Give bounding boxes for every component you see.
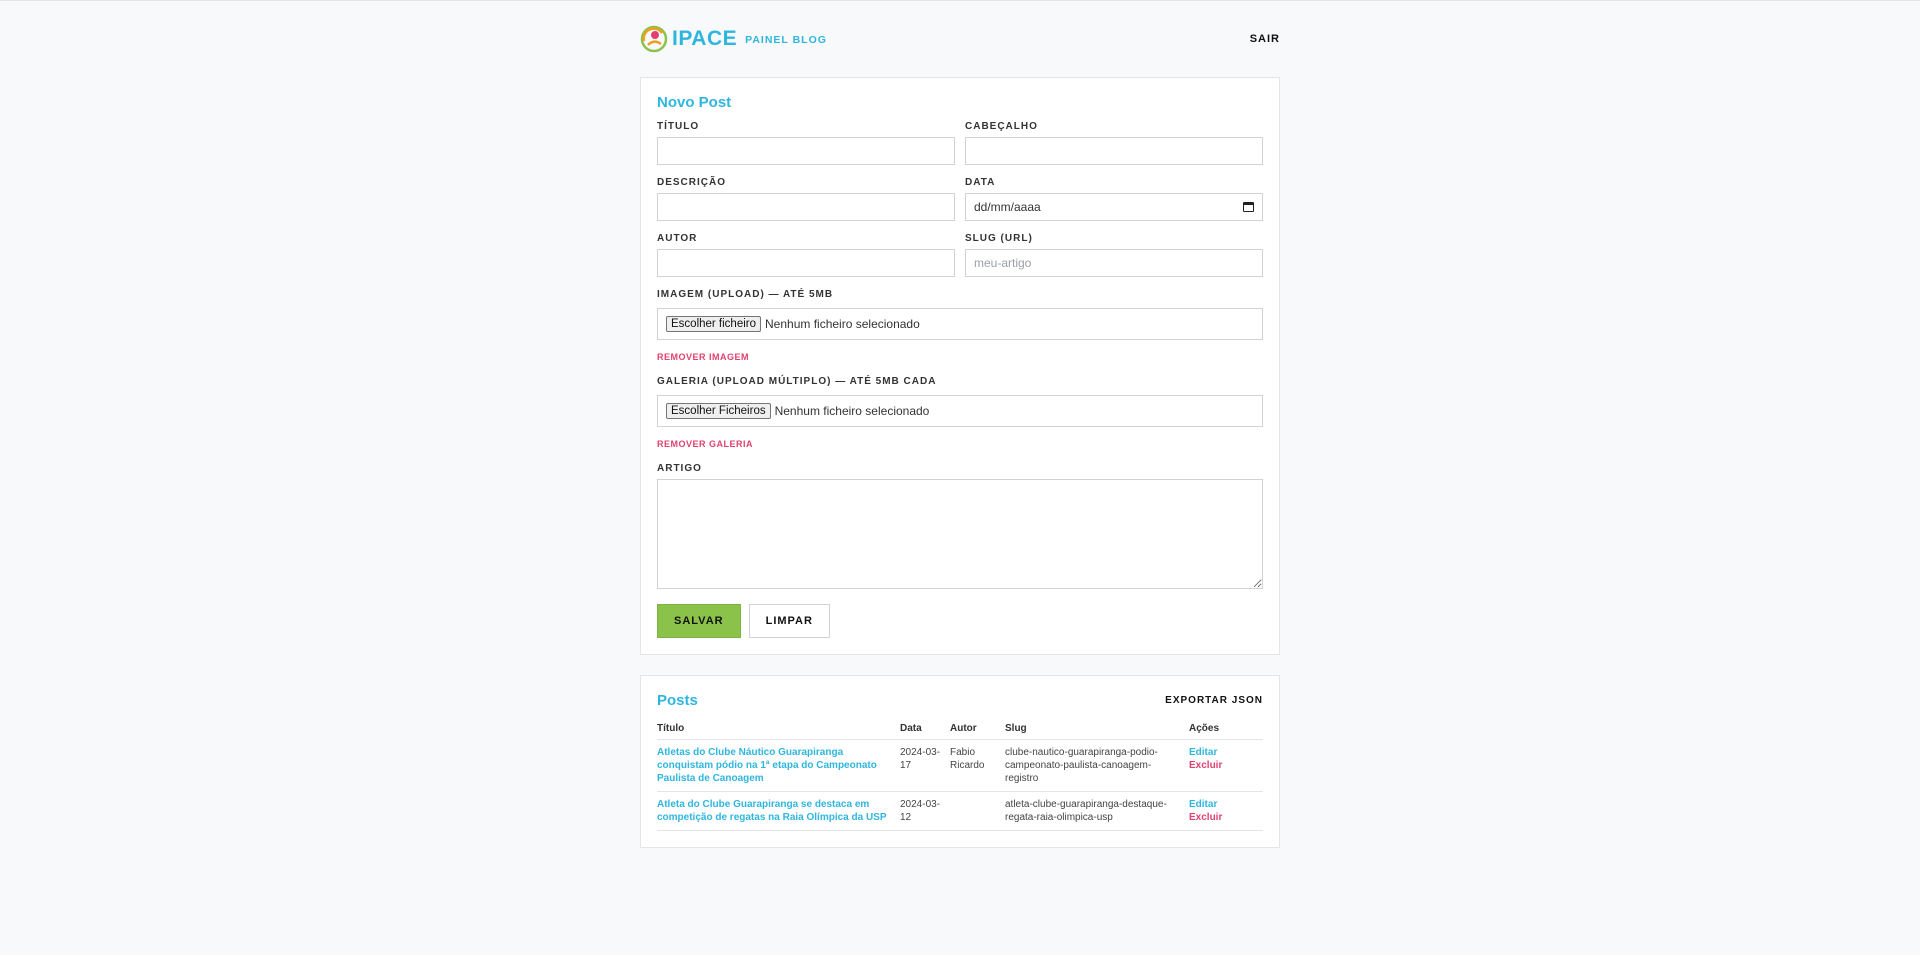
logo-text: IPACE xyxy=(672,27,738,50)
clear-button[interactable]: LIMPAR xyxy=(748,604,830,638)
ipace-logo-icon xyxy=(640,25,668,53)
descricao-input[interactable] xyxy=(657,193,955,221)
autor-label: AUTOR xyxy=(657,233,698,244)
brand: IPACE PAINEL BLOG xyxy=(640,25,827,53)
column-header: Título xyxy=(657,723,900,740)
calendar-icon[interactable] xyxy=(1243,202,1254,212)
choose-gallery-button[interactable]: Escolher Ficheiros xyxy=(666,403,771,419)
post-author: Fabio Ricardo xyxy=(950,739,1005,792)
posts-table: Título Data Autor Slug Ações Atletas do … xyxy=(657,723,1263,831)
edit-link[interactable]: Editar xyxy=(1189,747,1217,758)
export-json-button[interactable]: EXPORTAR JSON xyxy=(1165,695,1263,706)
save-button[interactable]: SALVAR xyxy=(657,604,741,638)
cabecalho-label: CABEÇALHO xyxy=(965,121,1038,132)
artigo-label: ARTIGO xyxy=(657,463,702,474)
delete-link[interactable]: Excluir xyxy=(1189,760,1222,771)
posts-table-header: Título Data Autor Slug Ações xyxy=(657,723,1263,740)
choose-image-button[interactable]: Escolher ficheiro xyxy=(666,316,762,332)
post-title-link[interactable]: Atleta do Clube Guarapiranga se destaca … xyxy=(657,799,887,823)
imagem-file-input[interactable]: Escolher ficheiro Nenhum ficheiro seleci… xyxy=(657,308,1263,340)
edit-link[interactable]: Editar xyxy=(1189,799,1217,810)
column-header: Ações xyxy=(1189,723,1263,740)
artigo-textarea[interactable] xyxy=(657,479,1263,589)
table-row: Atleta do Clube Guarapiranga se destaca … xyxy=(657,791,1263,831)
slug-input[interactable] xyxy=(965,249,1263,277)
date-placeholder: dd/mm/aaaa xyxy=(974,200,1041,214)
column-header: Autor xyxy=(950,723,1005,740)
new-post-title: Novo Post xyxy=(657,94,732,111)
descricao-label: DESCRIÇÃO xyxy=(657,177,727,188)
post-date: 2024-03-12 xyxy=(900,791,950,831)
posts-title: Posts xyxy=(657,692,698,709)
new-post-card: Novo Post TÍTULO CABEÇALHO DESCRIÇÃO DAT… xyxy=(640,77,1280,655)
image-file-status: Nenhum ficheiro selecionado xyxy=(765,317,920,331)
slug-label: SLUG (URL) xyxy=(965,233,1033,244)
gallery-file-input[interactable]: Escolher Ficheiros Nenhum ficheiro selec… xyxy=(657,395,1263,427)
post-slug: atleta-clube-guarapiranga-destaque-regat… xyxy=(1005,791,1189,831)
posts-card: Posts EXPORTAR JSON Título Data Autor Sl… xyxy=(640,675,1280,848)
post-date: 2024-03-17 xyxy=(900,739,950,792)
panel-label: PAINEL BLOG xyxy=(745,34,827,46)
date-input[interactable]: dd/mm/aaaa xyxy=(965,193,1263,221)
post-title-link[interactable]: Atletas do Clube Náutico Guarapiranga co… xyxy=(657,747,877,784)
autor-input[interactable] xyxy=(657,249,955,277)
column-header: Data xyxy=(900,723,950,740)
galeria-label: GALERIA (UPLOAD MÚLTIPLO) — ATÉ 5MB CADA xyxy=(657,376,937,387)
titulo-input[interactable] xyxy=(657,137,955,165)
cabecalho-input[interactable] xyxy=(965,137,1263,165)
table-row: Atletas do Clube Náutico Guarapiranga co… xyxy=(657,739,1263,792)
gallery-file-status: Nenhum ficheiro selecionado xyxy=(774,404,930,418)
delete-link[interactable]: Excluir xyxy=(1189,812,1222,823)
post-author xyxy=(950,791,1005,831)
remove-gallery-link[interactable]: REMOVER GALERIA xyxy=(657,439,753,449)
titulo-label: TÍTULO xyxy=(657,121,700,132)
remove-image-link[interactable]: REMOVER IMAGEM xyxy=(657,352,749,362)
imagem-label: IMAGEM (UPLOAD) — ATÉ 5MB xyxy=(657,289,834,300)
logout-link[interactable]: SAIR xyxy=(1250,33,1280,45)
top-bar: IPACE PAINEL BLOG SAIR xyxy=(640,1,1280,77)
column-header: Slug xyxy=(1005,723,1189,740)
data-label: DATA xyxy=(965,177,996,188)
post-slug: clube-nautico-guarapiranga-podio-campeon… xyxy=(1005,739,1189,792)
